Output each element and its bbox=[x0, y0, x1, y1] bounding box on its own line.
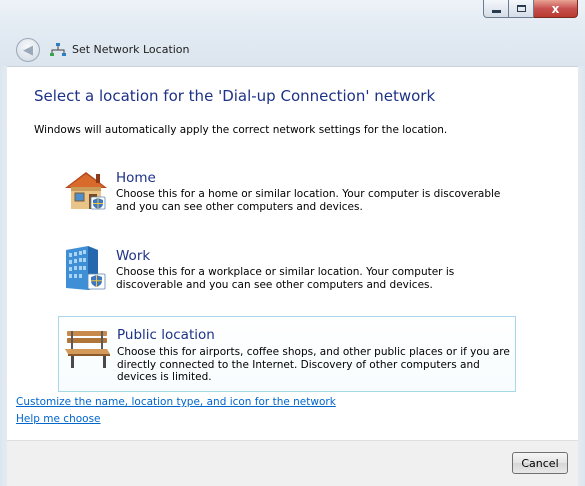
back-arrow-icon: ◀ bbox=[23, 42, 33, 58]
page-heading: Select a location for the 'Dial-up Conne… bbox=[34, 87, 436, 105]
back-button[interactable]: ◀ bbox=[16, 38, 40, 62]
option-work[interactable]: Work Choose this for a workplace or simi… bbox=[58, 244, 516, 300]
minimize-button[interactable] bbox=[483, 0, 509, 18]
option-public-location-description: Choose this for airports, coffee shops, … bbox=[117, 346, 510, 383]
dialog-footer: Cancel bbox=[7, 440, 578, 486]
maximize-button[interactable] bbox=[509, 0, 534, 18]
window-left-border bbox=[0, 66, 7, 486]
close-icon: x bbox=[551, 1, 560, 16]
customize-network-link[interactable]: Customize the name, location type, and i… bbox=[16, 396, 336, 408]
minimize-icon bbox=[491, 10, 501, 13]
caption-buttons: x bbox=[483, 0, 578, 20]
park-bench-icon bbox=[65, 331, 110, 368]
set-network-location-window: x ◀ Set Network Location Select a locati… bbox=[0, 0, 585, 486]
close-button[interactable]: x bbox=[534, 0, 578, 18]
window-right-border bbox=[578, 66, 585, 486]
cancel-button[interactable]: Cancel bbox=[512, 452, 568, 474]
house-icon bbox=[65, 172, 107, 210]
option-work-description: Choose this for a workplace or similar l… bbox=[116, 266, 455, 291]
intro-text: Windows will automatically apply the cor… bbox=[34, 124, 448, 136]
option-work-title: Work bbox=[116, 248, 151, 264]
help-me-choose-link[interactable]: Help me choose bbox=[16, 413, 101, 425]
office-building-icon bbox=[66, 246, 106, 290]
maximize-icon bbox=[516, 5, 526, 12]
option-public-location-title: Public location bbox=[117, 327, 215, 343]
network-icon bbox=[50, 43, 66, 56]
option-home[interactable]: Home Choose this for a home or similar l… bbox=[58, 166, 516, 222]
option-home-title: Home bbox=[116, 170, 156, 186]
option-public-location[interactable]: Public location Choose this for airports… bbox=[58, 316, 516, 392]
window-title: Set Network Location bbox=[72, 43, 190, 56]
option-home-description: Choose this for a home or similar locati… bbox=[116, 188, 501, 213]
